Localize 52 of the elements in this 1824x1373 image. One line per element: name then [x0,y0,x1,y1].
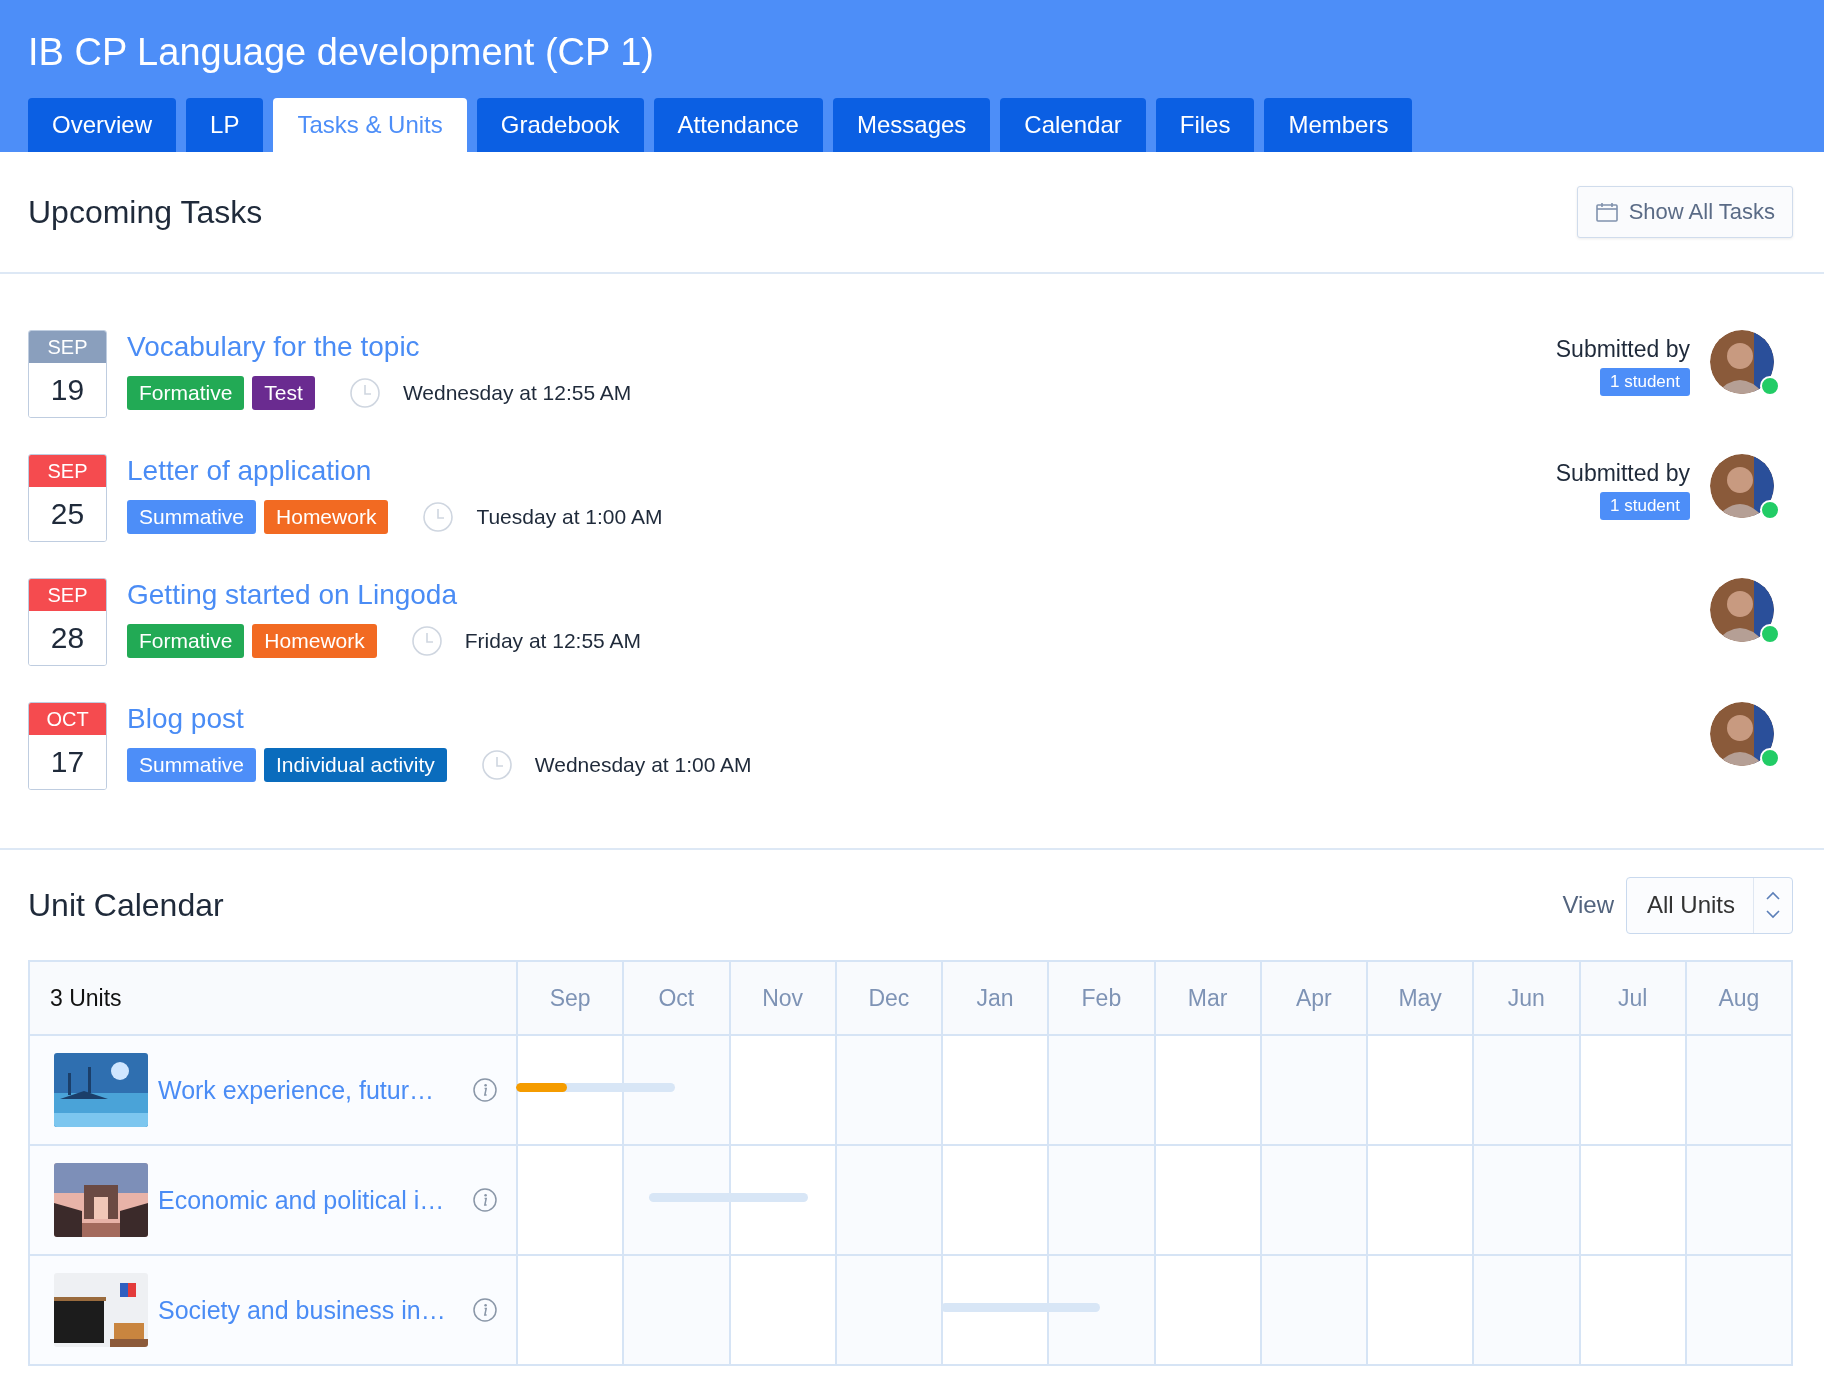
due-time: Tuesday at 1:00 AM [476,505,663,529]
page-title: IB CP Language development (CP 1) [28,30,655,75]
view-label: View [1562,891,1614,919]
submitted-label: Submitted by [1555,335,1690,364]
clock-icon [422,501,455,533]
tag: Homework [264,500,389,534]
clock-icon [410,625,443,657]
tab[interactable]: Overview [28,98,177,152]
student-count-badge[interactable]: 1 student [1600,368,1690,396]
tag: Individual activity [264,748,447,782]
info-icon [472,1077,498,1103]
task-link[interactable]: Letter of application [127,454,1556,488]
submitted-label: Submitted by [1555,459,1690,488]
chevron-updown-icon [1764,890,1782,920]
date-month: OCT [29,703,106,735]
unit-link[interactable]: Work experience, futur… [158,1075,435,1105]
tab[interactable]: LP [186,98,264,152]
clock-icon [348,377,381,409]
info-icon [472,1187,498,1213]
clock-icon [480,749,513,781]
tag: Test [252,376,315,410]
task-link[interactable]: Blog post [127,702,1690,736]
tab[interactable]: Files [1155,98,1255,152]
tag: Summative [127,500,257,534]
task-link[interactable]: Vocabulary for the topic [127,330,1556,364]
section-title: Unit Calendar [28,886,224,924]
select-value: All Units [1645,891,1736,919]
date-month: SEP [29,579,106,611]
student-count-badge[interactable]: 1 student [1600,492,1690,520]
unit-link[interactable]: Society and business in… [158,1295,446,1325]
show-all-button[interactable]: Show All Tasks [1576,186,1793,238]
tag: Formative [127,376,245,410]
tag: Summative [127,748,257,782]
due-time: Friday at 12:55 AM [464,629,641,653]
task-link[interactable]: Getting started on Lingoda [127,578,1690,612]
view-select[interactable]: All Units [1625,876,1793,934]
info-icon [472,1297,498,1323]
due-time: Wednesday at 1:00 AM [534,753,752,777]
date-month: SEP [29,455,106,487]
tab[interactable]: Attendance [653,98,823,152]
section-title: Upcoming Tasks [28,193,263,231]
tab[interactable]: Members [1264,98,1413,152]
tab[interactable]: Tasks & Units [273,98,467,152]
tab[interactable]: Gradebook [476,98,644,152]
tag: Formative [127,624,245,658]
due-time: Wednesday at 12:55 AM [402,381,632,405]
calendar-icon [1594,200,1619,224]
tab[interactable]: Messages [832,98,991,152]
date-month: SEP [29,331,106,363]
unit-link[interactable]: Economic and political i… [158,1185,445,1215]
tab[interactable]: Calendar [1000,98,1146,152]
tag: Homework [252,624,377,658]
